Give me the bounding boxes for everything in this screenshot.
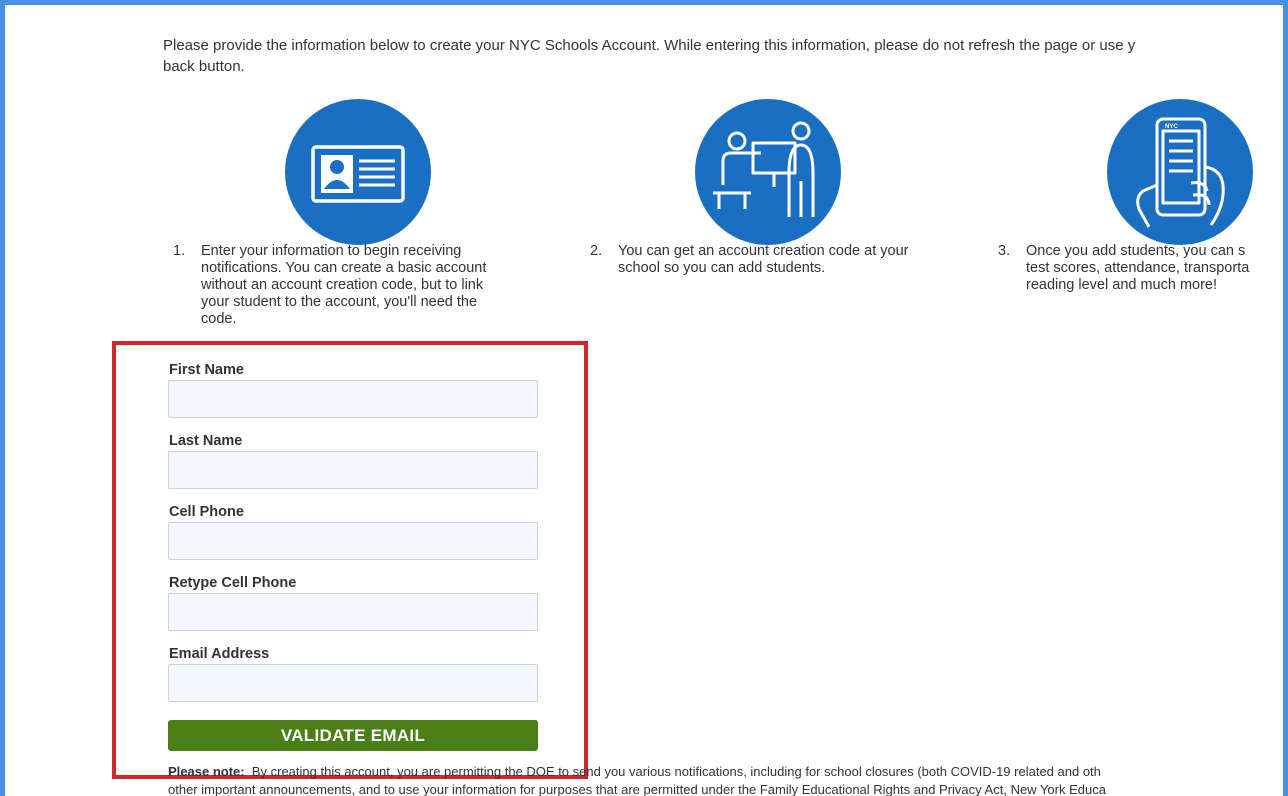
note-label: Please note: xyxy=(168,764,245,779)
retype-cell-phone-label: Retype Cell Phone xyxy=(169,575,297,591)
step-line: code. xyxy=(201,311,237,327)
presenter-icon xyxy=(693,97,843,247)
page-frame: Please provide the information below to … xyxy=(0,0,1288,796)
step-number: 3. xyxy=(998,243,1011,259)
cell-phone-input[interactable] xyxy=(168,522,538,560)
step-line: notifications. You can create a basic ac… xyxy=(201,260,487,276)
first-name-label: First Name xyxy=(169,362,244,378)
retype-cell-phone-input[interactable] xyxy=(168,593,538,631)
last-name-label: Last Name xyxy=(169,433,243,449)
step-line: reading level and much more! xyxy=(1026,277,1218,293)
step-number: 1. xyxy=(173,243,186,259)
validate-email-button[interactable]: VALIDATE EMAIL xyxy=(168,720,538,751)
cell-phone-label: Cell Phone xyxy=(169,504,244,520)
intro-line-1: Please provide the information below to … xyxy=(163,37,1136,54)
step-line: You can get an account creation code at … xyxy=(618,243,909,259)
first-name-input[interactable] xyxy=(168,380,538,418)
step-number: 2. xyxy=(590,243,603,259)
step-line: school so you can add students. xyxy=(618,260,826,276)
please-note: Please note: By creating this account, y… xyxy=(168,763,1283,796)
note-line-1: Please note: By creating this account, y… xyxy=(168,763,1283,781)
step-line: test scores, attendance, transporta xyxy=(1026,260,1250,276)
svg-text:NYC: NYC xyxy=(1165,124,1178,130)
note-text-1: By creating this account, you are permit… xyxy=(251,764,1101,779)
note-line-2: other important announcements, and to us… xyxy=(168,782,1106,796)
intro-line-2: back button. xyxy=(163,58,245,75)
email-label: Email Address xyxy=(169,646,270,662)
intro-text: Please provide the information below to … xyxy=(163,35,1283,77)
step-line: Enter your information to begin receivin… xyxy=(201,243,462,259)
last-name-input[interactable] xyxy=(168,451,538,489)
step-line: Once you add students, you can s xyxy=(1026,243,1246,259)
step-line: your student to the account, you'll need… xyxy=(201,294,478,310)
email-input[interactable] xyxy=(168,664,538,702)
step-line: without an account creation code, but to… xyxy=(201,277,484,293)
id-card-icon xyxy=(283,97,433,247)
phone-hand-icon: NYC xyxy=(1105,97,1255,247)
